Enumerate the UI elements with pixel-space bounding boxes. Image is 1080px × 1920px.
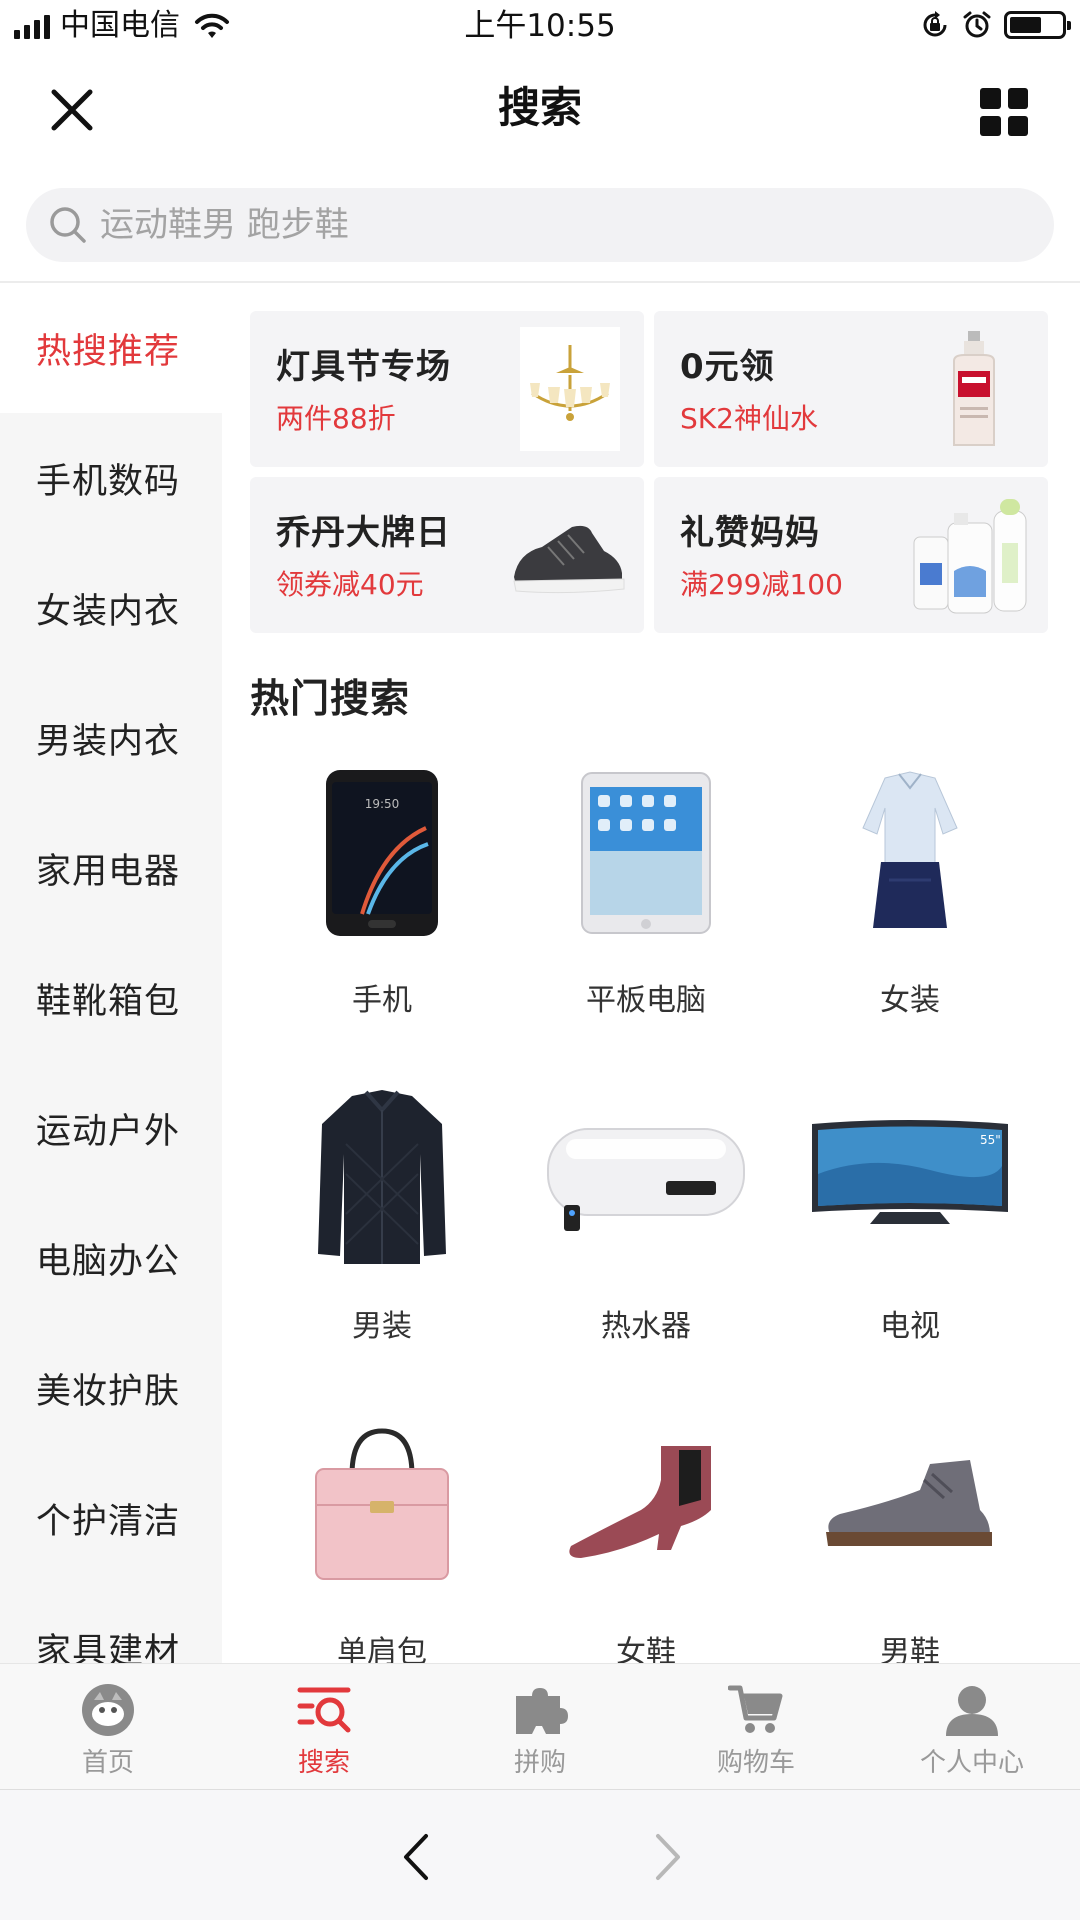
baby-products-image	[913, 499, 1027, 614]
promo-title: 0元领	[680, 347, 775, 387]
tab-cart[interactable]: 购物车	[648, 1664, 864, 1790]
sidebar-item-womens[interactable]: 女装内衣	[0, 543, 222, 673]
browser-toolbar	[0, 1789, 1080, 1920]
hot-search-label: 热水器	[601, 1309, 691, 1344]
sidebar-item-hot[interactable]: 热搜推荐	[0, 283, 222, 413]
promo-card[interactable]: 灯具节专场 两件88折	[250, 311, 644, 467]
tv-image: 55"	[812, 1120, 1008, 1224]
sidebar-item-digital[interactable]: 手机数码	[0, 413, 222, 543]
promo-subtitle: SK2神仙水	[680, 402, 818, 435]
hot-search-item[interactable]: 热水器	[514, 1079, 778, 1405]
tab-label: 个人中心	[919, 1748, 1024, 1778]
page-title: 搜索	[497, 83, 582, 132]
hot-search-item[interactable]: 女装	[778, 753, 1042, 1079]
sidebar-item-appliances[interactable]: 家用电器	[0, 803, 222, 933]
tab-label: 拼购	[513, 1748, 566, 1778]
cart-icon	[728, 1685, 783, 1733]
sidebar-item-sports[interactable]: 运动户外	[0, 1063, 222, 1193]
sneaker-image	[513, 525, 625, 594]
status-right	[920, 10, 1071, 40]
back-arrow-icon[interactable]	[396, 1832, 436, 1882]
hot-search-label: 男装	[352, 1309, 412, 1344]
promo-card[interactable]: 礼赞妈妈 满299减100	[654, 477, 1048, 633]
promo-subtitle: 满299减100	[680, 568, 843, 601]
alarm-icon	[963, 11, 991, 38]
hot-search-item[interactable]: 55" 电视	[778, 1079, 1042, 1405]
hot-search-item[interactable]: 男装	[250, 1079, 514, 1405]
promo-card[interactable]: 0元领 SK2神仙水	[654, 311, 1048, 467]
puzzle-icon	[516, 1688, 568, 1734]
search-bar[interactable]	[26, 188, 1054, 262]
promo-title: 灯具节专场	[276, 347, 451, 387]
hot-search-label: 男鞋	[880, 1635, 940, 1663]
promo-title: 礼赞妈妈	[680, 513, 820, 553]
search-input[interactable]	[100, 205, 1000, 245]
grid-menu-icon[interactable]	[980, 88, 1028, 136]
sidebar-item-mens[interactable]: 男装内衣	[0, 673, 222, 803]
promo-title: 乔丹大牌日	[276, 513, 451, 553]
promo-card[interactable]: 乔丹大牌日 领券减40元	[250, 477, 644, 633]
rotation-lock-icon	[923, 11, 947, 37]
hot-search-title: 热门搜索	[250, 677, 411, 722]
search-list-icon	[297, 1687, 351, 1733]
hot-search-grid: 19:50 手机 平板电脑 女装 男装 热水器 55" 电视 单肩包 女鞋 男鞋	[250, 753, 1040, 1663]
promo-subtitle: 两件88折	[276, 402, 396, 435]
tab-label: 购物车	[716, 1748, 795, 1778]
tablet-image	[581, 772, 711, 934]
tab-profile[interactable]: 个人中心	[864, 1664, 1080, 1790]
svg-text:19:50: 19:50	[365, 797, 400, 811]
hot-search-label: 女装	[880, 983, 940, 1018]
hot-search-label: 电视	[880, 1309, 940, 1344]
tab-search[interactable]: 搜索	[216, 1664, 432, 1790]
home-mascot-icon	[82, 1684, 134, 1736]
hot-search-item[interactable]: 女鞋	[514, 1405, 778, 1663]
tab-label: 首页	[81, 1748, 134, 1778]
sidebar-item-furniture[interactable]: 家具建材	[0, 1583, 222, 1664]
jacket-image	[318, 1090, 446, 1264]
chandelier-image	[520, 327, 620, 451]
user-icon	[946, 1686, 998, 1736]
hot-search-item[interactable]: 平板电脑	[514, 753, 778, 1079]
forward-arrow-icon[interactable]	[648, 1832, 688, 1882]
search-icon	[50, 207, 86, 243]
main-content: 灯具节专场 两件88折 0元领 SK2神仙水 乔丹大牌日 领券减40元 礼赞妈妈…	[222, 283, 1080, 1663]
womens-clothing-image	[862, 771, 958, 928]
sidebar-item-beauty[interactable]: 美妆护肤	[0, 1323, 222, 1453]
status-bar: 中国电信 上午10:55	[0, 0, 1080, 54]
womens-boot-image	[569, 1446, 711, 1558]
hot-search-label: 平板电脑	[586, 983, 706, 1018]
skincare-bottle-image	[953, 331, 995, 446]
nav-bar: 搜索	[0, 54, 1080, 170]
sidebar-item-computer[interactable]: 电脑办公	[0, 1193, 222, 1323]
tab-group-buy[interactable]: 拼购	[432, 1664, 648, 1790]
category-sidebar: 热搜推荐 手机数码 女装内衣 男装内衣 家用电器 鞋靴箱包 运动户外 电脑办公 …	[0, 283, 222, 1663]
status-time: 上午10:55	[464, 8, 616, 44]
svg-text:55": 55"	[980, 1133, 1001, 1147]
tab-label: 搜索	[297, 1748, 350, 1778]
hot-search-item[interactable]: 单肩包	[250, 1405, 514, 1663]
battery-icon	[1004, 11, 1071, 39]
hot-search-label: 女鞋	[616, 1635, 676, 1663]
promo-subtitle: 领券减40元	[276, 568, 424, 601]
water-heater-image	[547, 1128, 745, 1231]
handbag-image	[315, 1428, 449, 1580]
sidebar-item-personal-care[interactable]: 个护清洁	[0, 1453, 222, 1583]
mens-shoe-image	[826, 1460, 992, 1546]
hot-search-item[interactable]: 19:50 手机	[250, 753, 514, 1079]
sidebar-item-shoes-bags[interactable]: 鞋靴箱包	[0, 933, 222, 1063]
phone-image: 19:50	[326, 770, 438, 936]
hot-search-item[interactable]: 男鞋	[778, 1405, 1042, 1663]
promo-grid: 灯具节专场 两件88折 0元领 SK2神仙水 乔丹大牌日 领券减40元 礼赞妈妈…	[250, 311, 1054, 633]
tab-home[interactable]: 首页	[0, 1664, 216, 1790]
hot-search-label: 手机	[352, 983, 412, 1018]
hot-search-label: 单肩包	[337, 1635, 427, 1663]
tab-bar: 首页 搜索 拼购 购物车 个人中心	[0, 1663, 1080, 1789]
